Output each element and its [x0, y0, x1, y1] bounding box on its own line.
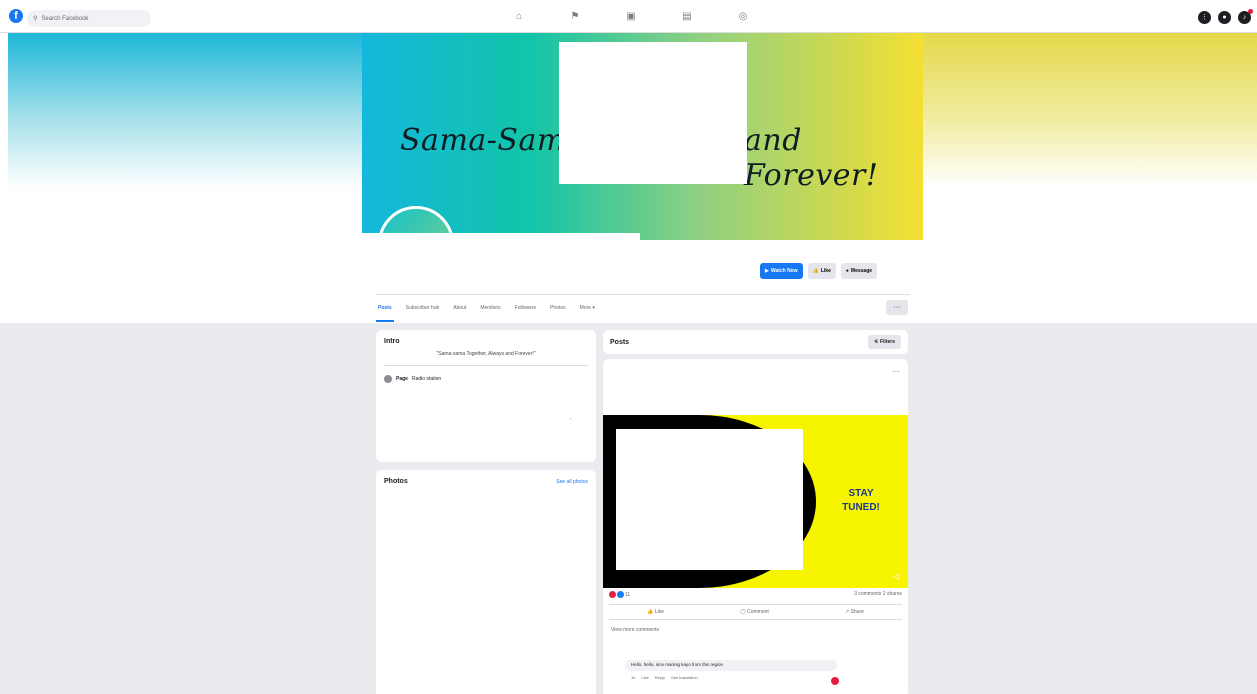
- comment-like-link[interactable]: Like: [641, 675, 648, 680]
- post-media[interactable]: STAY TUNED! ◁: [603, 415, 908, 588]
- thumbs-up-icon: 👍: [812, 268, 819, 274]
- shares-count[interactable]: 2 shares: [883, 591, 902, 597]
- cover-redacted-area: [559, 42, 747, 184]
- posts-header-card: Posts ⚟ Filters: [603, 330, 908, 354]
- like-page-button[interactable]: 👍 Like: [807, 263, 836, 279]
- page-name-redacted-area: [362, 233, 640, 289]
- share-button[interactable]: ↗ Share: [845, 609, 864, 615]
- tab-posts[interactable]: Posts: [376, 300, 394, 322]
- chevron-right-icon[interactable]: ›: [570, 416, 571, 421]
- tab-mentions[interactable]: Mentions: [478, 300, 502, 322]
- reaction-count: 11: [625, 591, 631, 598]
- profile-tabs: Posts Subscriber hub About Mentions Foll…: [376, 300, 597, 322]
- filter-icon: ⚟: [874, 339, 879, 345]
- cover-script-right: and Forever!: [744, 123, 879, 193]
- message-button[interactable]: ● Message: [840, 263, 878, 279]
- comment-time: 1h: [631, 675, 636, 680]
- messenger-icon[interactable]: ●: [1218, 11, 1231, 24]
- photos-card: Photos See all photos: [376, 470, 596, 694]
- main-nav: ⌂ ⚑ ▣ ▤ ◎: [513, 11, 749, 23]
- page-actions: ▶ Watch Now 👍 Like ● Message: [760, 263, 878, 279]
- comment-bubble: Hello, hello, nice marinig kayo from thi…: [625, 660, 837, 671]
- posts-title: Posts: [610, 338, 630, 346]
- store-icon[interactable]: ▤: [681, 11, 693, 23]
- tab-subscriber-hub[interactable]: Subscriber hub: [404, 300, 442, 322]
- tab-photos[interactable]: Photos: [548, 300, 568, 322]
- media-redacted-area: [616, 429, 803, 570]
- intro-title: Intro: [384, 338, 400, 345]
- cover-photo[interactable]: Sama-Sama and Forever!: [362, 33, 923, 240]
- comment-label: Comment: [747, 609, 769, 615]
- post-options-icon[interactable]: ···: [892, 367, 900, 376]
- facebook-logo-icon[interactable]: f: [9, 9, 23, 23]
- comment-button[interactable]: ◯ Comment: [740, 609, 769, 615]
- search-icon: ⚲: [33, 16, 38, 22]
- notifications-icon[interactable]: ♪: [1238, 9, 1253, 24]
- message-label: Message: [850, 268, 873, 274]
- top-navigation-bar: f ⚲ Search Facebook ⌂ ⚑ ▣ ▤ ◎ ⋮ ● ♪: [0, 0, 1257, 33]
- sound-icon[interactable]: ◁: [893, 572, 899, 581]
- video-icon: ▶: [765, 268, 769, 274]
- like-reaction-icon: [617, 591, 624, 598]
- menu-icon[interactable]: ⋮: [1198, 11, 1211, 24]
- comment-heart-reaction-icon: [831, 677, 839, 685]
- search-input[interactable]: ⚲ Search Facebook: [27, 10, 151, 27]
- post-counts: 11 3 comments 2 shares: [609, 591, 902, 598]
- thumbs-up-icon: 👍: [647, 609, 655, 615]
- tuned-text: TUNED!: [842, 502, 880, 513]
- filters-label: Filters: [879, 339, 895, 345]
- cover-blur-left: [8, 33, 362, 188]
- comment-reply-link[interactable]: Reply: [655, 675, 665, 680]
- like-page-label: Like: [820, 268, 831, 274]
- post-card: ··· STAY TUNED! ◁ 11 3 comments 2 shares…: [603, 359, 908, 694]
- flag-icon[interactable]: ⚑: [569, 11, 581, 23]
- header-divider: [376, 294, 910, 295]
- tab-about[interactable]: About: [451, 300, 468, 322]
- post-action-bar: 👍 Like ◯ Comment ↗ Share: [609, 604, 902, 620]
- stay-tuned-text: STAY TUNED!: [841, 487, 881, 515]
- photos-title: Photos: [384, 478, 408, 485]
- watch-now-button[interactable]: ▶ Watch Now: [760, 263, 803, 279]
- page-category-row: Page Radio station: [384, 375, 588, 383]
- search-placeholder: Search Facebook: [41, 15, 89, 22]
- video-icon[interactable]: ▣: [625, 11, 637, 23]
- photos-header: Photos See all photos: [384, 478, 588, 485]
- gaming-icon[interactable]: ◎: [737, 11, 749, 23]
- like-label: Like: [654, 609, 664, 615]
- more-options-button[interactable]: ···: [886, 300, 908, 315]
- tab-followers[interactable]: Followers: [513, 300, 538, 322]
- comment-meta: 1h Like Reply See translation: [631, 675, 698, 680]
- tab-more[interactable]: More ▾: [578, 300, 597, 322]
- see-all-photos-link[interactable]: See all photos: [556, 479, 588, 485]
- notification-dot: [1248, 9, 1253, 14]
- page-category: Radio station: [411, 376, 442, 382]
- filters-button[interactable]: ⚟ Filters: [868, 335, 901, 349]
- intro-card: Intro "Sama-sama Together, Always and Fo…: [376, 330, 596, 462]
- heart-reaction-icon: [609, 591, 616, 598]
- cover-blur-right: [923, 33, 1257, 188]
- intro-bio: "Sama-sama Together, Always and Forever!…: [384, 351, 588, 366]
- view-more-comments-link[interactable]: View more comments: [611, 627, 659, 633]
- home-icon[interactable]: ⌂: [513, 11, 525, 23]
- see-translation-link[interactable]: See translation: [671, 675, 698, 680]
- page-label: Page: [396, 376, 408, 382]
- account-controls: ⋮ ● ♪: [1198, 9, 1253, 24]
- watch-now-label: Watch Now: [770, 268, 798, 274]
- messenger-icon: ●: [845, 268, 849, 274]
- cover-script-left: Sama-Sama: [400, 123, 585, 158]
- info-icon: [384, 375, 392, 383]
- share-label: Share: [850, 609, 864, 615]
- like-button[interactable]: 👍 Like: [647, 609, 664, 615]
- reactions-summary[interactable]: 11: [609, 591, 630, 598]
- stay-text: STAY: [848, 488, 874, 499]
- comments-count[interactable]: 3 comments: [854, 591, 881, 597]
- comment-share-counts: 3 comments 2 shares: [854, 591, 902, 598]
